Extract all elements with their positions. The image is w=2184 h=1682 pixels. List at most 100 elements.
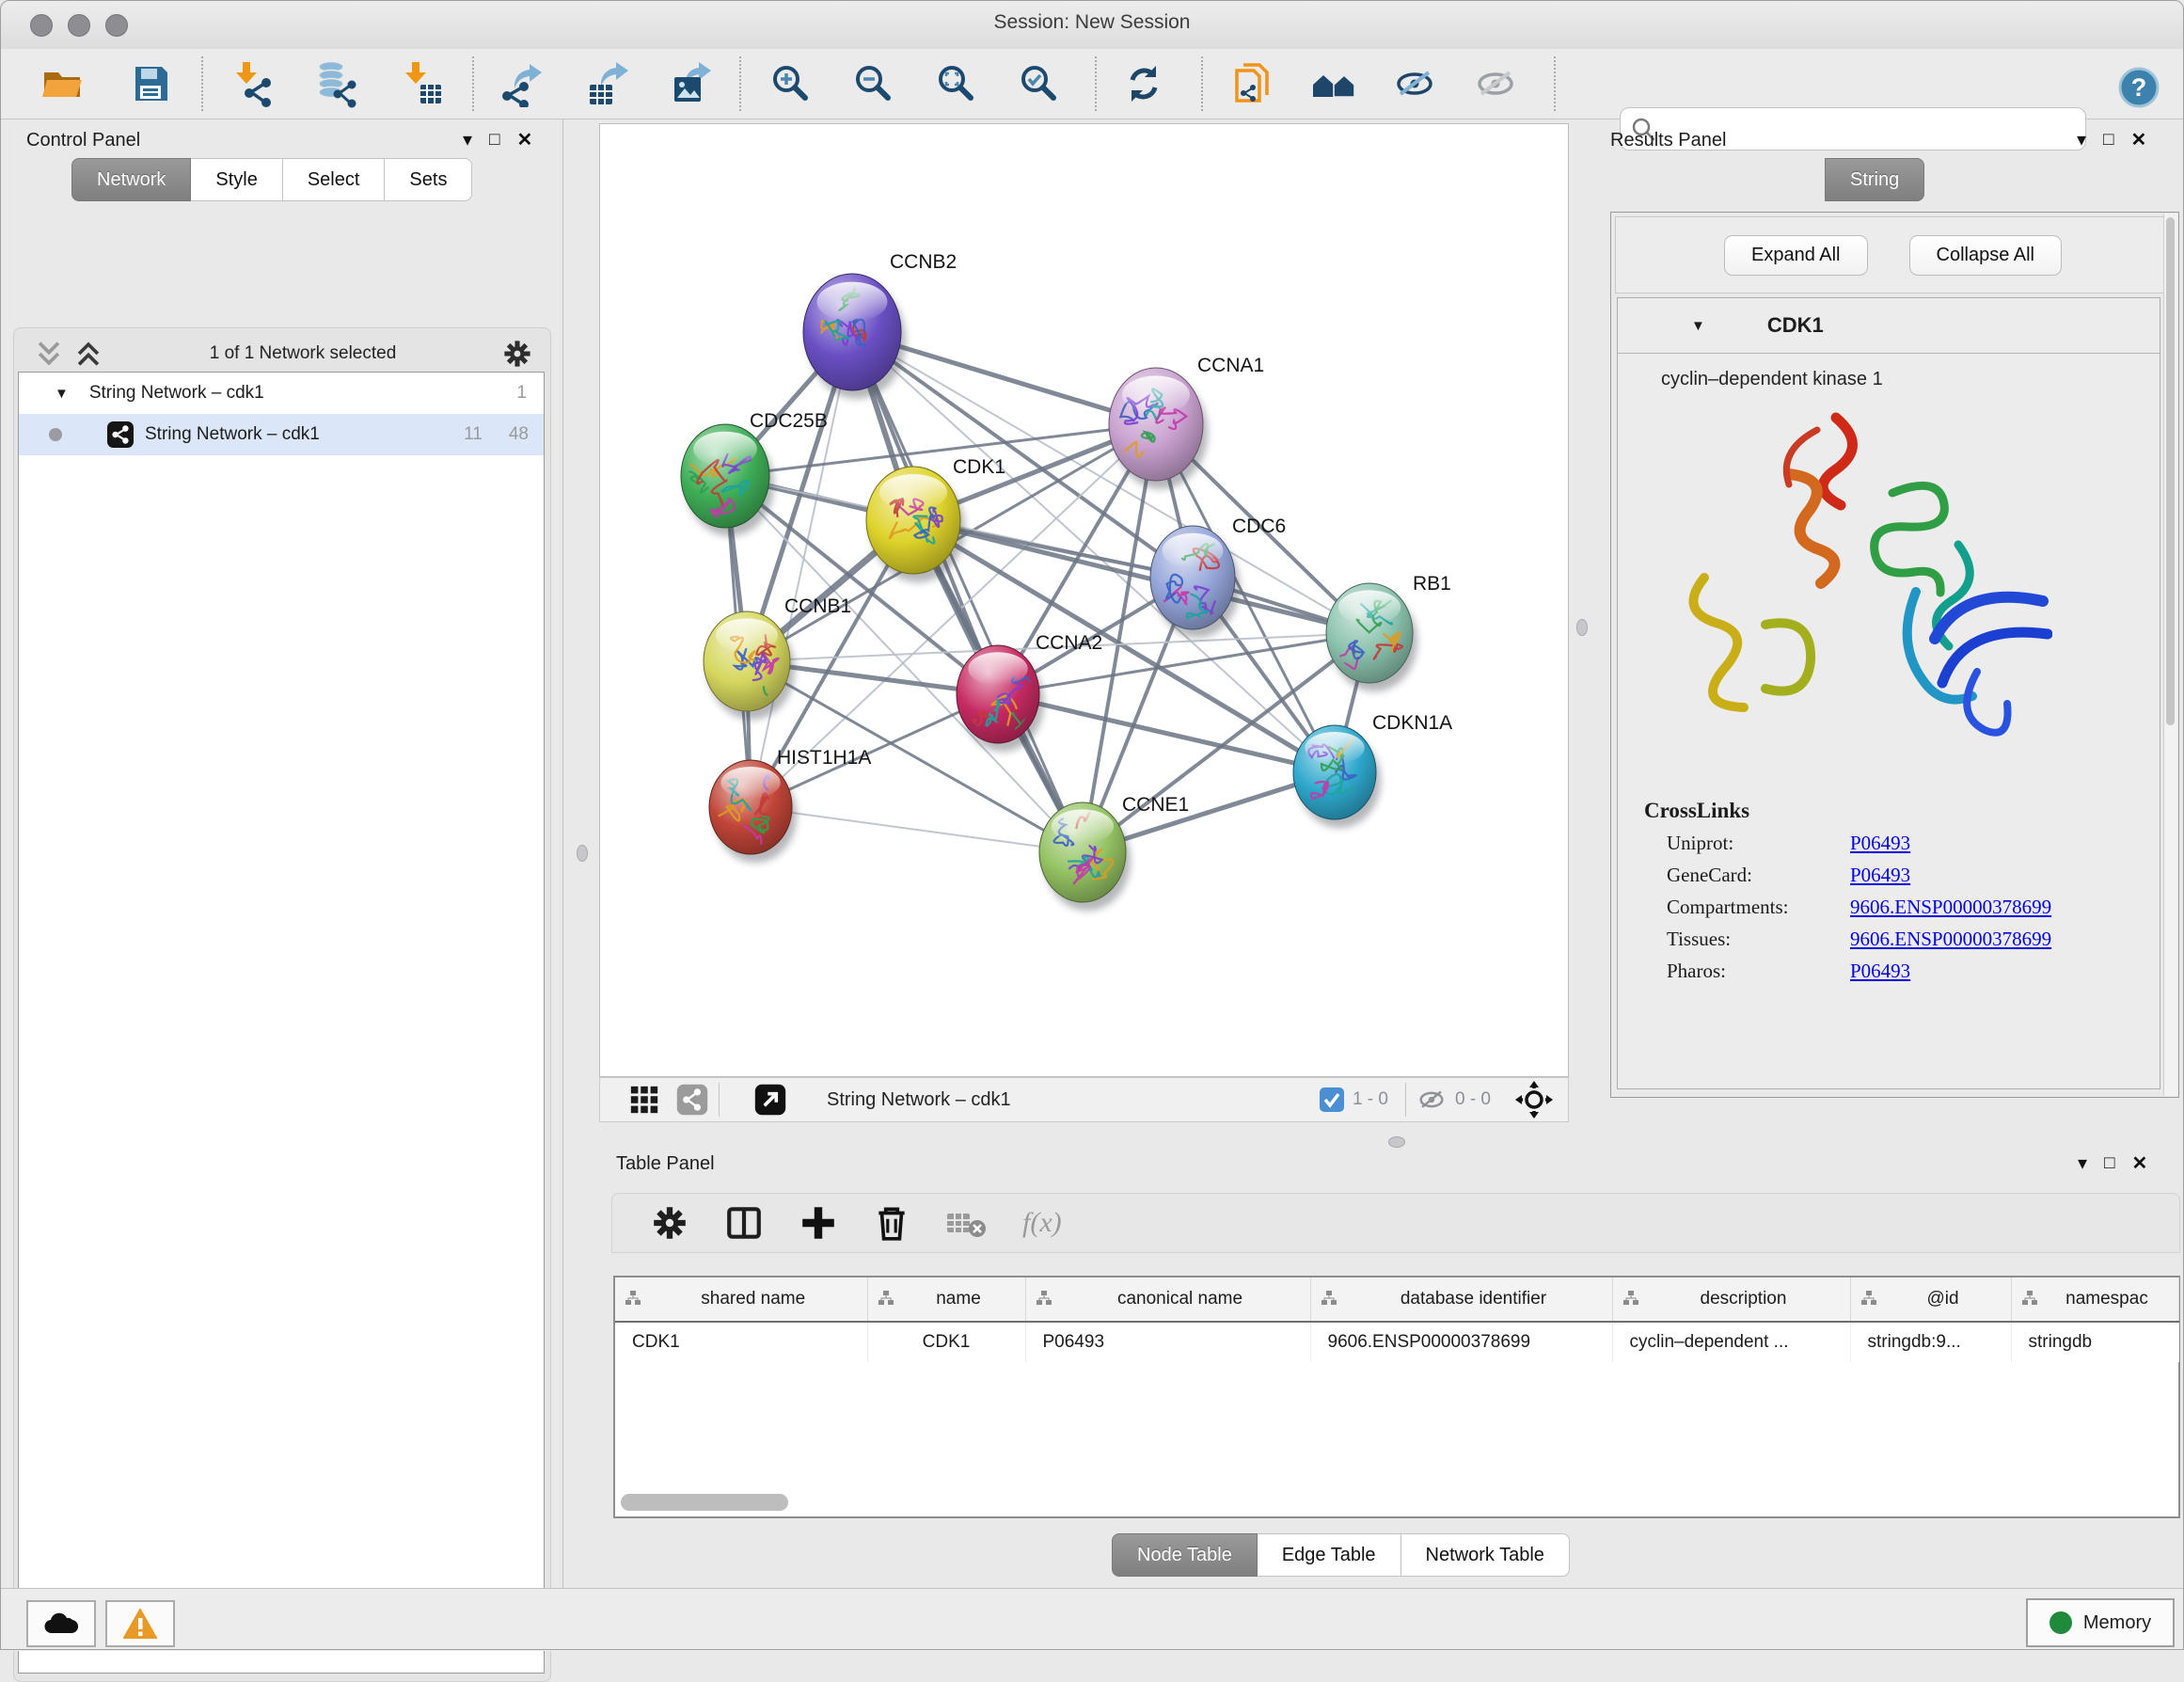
panel-menu-icon[interactable]: ▾ (2078, 1151, 2087, 1175)
grid-view-icon[interactable] (628, 1084, 660, 1116)
column-header-shared-name[interactable]: shared name (615, 1277, 867, 1322)
panel-close-icon[interactable]: ✕ (517, 128, 533, 151)
network-options-gear-icon[interactable] (501, 338, 533, 370)
table-cell[interactable]: CDK1 (615, 1322, 867, 1362)
panel-menu-icon[interactable]: ▾ (463, 128, 472, 151)
column-header-namespac[interactable]: namespac (2011, 1277, 2178, 1322)
selected-checkbox-icon[interactable] (1319, 1087, 1345, 1113)
column-header-name[interactable]: name (867, 1277, 1025, 1322)
tab-node-table[interactable]: Node Table (1112, 1533, 1258, 1577)
network-node-RB1[interactable]: RB1 (1326, 573, 1451, 691)
panel-float-icon[interactable]: □ (2103, 130, 2113, 151)
memory-button[interactable]: Memory (2026, 1598, 2175, 1647)
table-cell[interactable]: CDK1 (867, 1322, 1025, 1362)
zoom-selected-button[interactable] (1012, 58, 1065, 109)
table-row[interactable]: CDK1CDK1P064939606.ENSP00000378699cyclin… (615, 1322, 2178, 1362)
expand-all-button[interactable]: Expand All (1724, 235, 1868, 276)
column-header-description[interactable]: description (1612, 1277, 1850, 1322)
cdk1-entry-header[interactable]: ▼ CDK1 (1618, 298, 2160, 354)
network-edge[interactable] (852, 332, 1083, 852)
function-builder-fx-icon[interactable]: f(x) (1022, 1207, 1062, 1239)
table-cell[interactable]: cyclin–dependent ... (1612, 1322, 1850, 1362)
network-row[interactable]: String Network – cdk1 11 48 (19, 414, 544, 455)
network-node-HIST1H1A[interactable]: HIST1H1A (709, 747, 871, 863)
panel-menu-icon[interactable]: ▾ (2077, 128, 2086, 151)
column-header-@id[interactable]: @id (1850, 1277, 2011, 1322)
results-scrollbar-thumb[interactable] (2166, 217, 2175, 725)
tree-expanded-icon[interactable]: ▼ (55, 386, 69, 402)
split-panel-icon[interactable] (723, 1203, 765, 1243)
export-network-button[interactable] (497, 58, 549, 109)
session-snapshot-button[interactable] (1225, 58, 1277, 109)
crosslink-value-link[interactable]: P06493 (1850, 960, 1910, 983)
tab-network[interactable]: Network (71, 158, 191, 201)
hidden-eye-icon[interactable] (1416, 1086, 1448, 1114)
panel-close-icon[interactable]: ✕ (2132, 1151, 2148, 1175)
tab-style[interactable]: Style (191, 158, 282, 201)
network-node-CCNA1[interactable]: CCNA1 (1109, 355, 1264, 489)
table-cell[interactable]: stringdb:9... (1850, 1322, 2011, 1362)
expand-all-icon[interactable] (72, 339, 104, 369)
delete-column-trash-icon[interactable] (872, 1203, 911, 1243)
table-h-scrollbar-thumb[interactable] (621, 1494, 788, 1511)
cloud-button[interactable] (26, 1600, 96, 1647)
crosslink-value-link[interactable]: P06493 (1850, 864, 1910, 887)
tab-network-table[interactable]: Network Table (1401, 1533, 1570, 1577)
network-node-CCNB2[interactable]: CCNB2 (803, 251, 957, 399)
network-canvas[interactable]: CCNB2CCNA1CDC25BCDK1CDC6RB1CCNB1CCNA2CDK… (599, 123, 1569, 1077)
collapse-all-button[interactable]: Collapse All (1909, 235, 2063, 276)
save-session-button[interactable] (124, 58, 177, 109)
splitter-handle[interactable] (1576, 619, 1588, 636)
zoom-in-button[interactable] (764, 58, 816, 109)
crosslink-value-link[interactable]: P06493 (1850, 832, 1910, 855)
network-node-CDC6[interactable]: CDC6 (1150, 516, 1286, 638)
export-table-button[interactable] (583, 58, 636, 109)
center-view-crosshair-icon[interactable] (1515, 1081, 1553, 1119)
network-collection-row[interactable]: ▼ String Network – cdk1 1 (19, 373, 544, 414)
eye-slash-icon (1392, 61, 1437, 106)
crosslink-value-link[interactable]: 9606.ENSP00000378699 (1850, 928, 2051, 951)
collapse-all-icon[interactable] (33, 339, 65, 369)
tab-sets[interactable]: Sets (385, 158, 472, 201)
delete-table-icon[interactable] (945, 1204, 989, 1242)
zoom-fit-button[interactable] (929, 58, 982, 109)
network-edge[interactable] (913, 520, 1369, 633)
tab-select[interactable]: Select (283, 158, 386, 201)
hide-graphics-button[interactable] (1388, 58, 1441, 109)
network-node-CDKN1A[interactable]: CDKN1A (1293, 712, 1452, 828)
add-column-plus-icon[interactable] (799, 1203, 838, 1243)
network-edge[interactable] (751, 807, 1083, 852)
results-scrollbar[interactable] (2163, 214, 2177, 1096)
column-header-database-identifier[interactable]: database identifier (1310, 1277, 1612, 1322)
share-view-icon[interactable] (675, 1083, 709, 1117)
table-cell[interactable]: P06493 (1025, 1322, 1310, 1362)
open-session-button[interactable] (36, 58, 88, 109)
table-cell[interactable]: stringdb (2011, 1322, 2178, 1362)
column-header-canonical-name[interactable]: canonical name (1025, 1277, 1310, 1322)
entry-expanded-icon[interactable]: ▼ (1691, 318, 1705, 334)
network-graph[interactable]: CCNB2CCNA1CDC25BCDK1CDC6RB1CCNB1CCNA2CDK… (600, 124, 1568, 1076)
help-button[interactable]: ? (2113, 62, 2165, 113)
table-settings-gear-icon[interactable] (650, 1203, 689, 1243)
tab-string[interactable]: String (1825, 158, 1924, 201)
crosslink-value-link[interactable]: 9606.ENSP00000378699 (1850, 896, 2051, 919)
tab-edge-table[interactable]: Edge Table (1258, 1533, 1401, 1577)
table-cell[interactable]: 9606.ENSP00000378699 (1310, 1322, 1612, 1362)
panel-close-icon[interactable]: ✕ (2131, 128, 2147, 151)
splitter-handle[interactable] (577, 845, 588, 862)
table-h-scrollbar[interactable] (617, 1492, 2176, 1513)
panel-float-icon[interactable]: □ (2104, 1153, 2114, 1174)
import-table-button[interactable] (395, 58, 448, 109)
zoom-out-button[interactable] (847, 58, 899, 109)
network-node-CCNE1[interactable]: CCNE1 (1039, 794, 1189, 911)
export-image-button[interactable] (666, 58, 719, 109)
home-layout-button[interactable] (1307, 58, 1360, 109)
warning-button[interactable] (105, 1600, 175, 1647)
network-edge[interactable] (751, 332, 852, 807)
import-network-database-button[interactable] (309, 58, 361, 109)
birdseye-view-icon[interactable] (753, 1083, 787, 1117)
show-graphics-button[interactable] (1469, 58, 1522, 109)
refresh-button[interactable] (1117, 58, 1170, 109)
import-network-file-button[interactable] (226, 58, 278, 109)
panel-float-icon[interactable]: □ (489, 130, 499, 151)
